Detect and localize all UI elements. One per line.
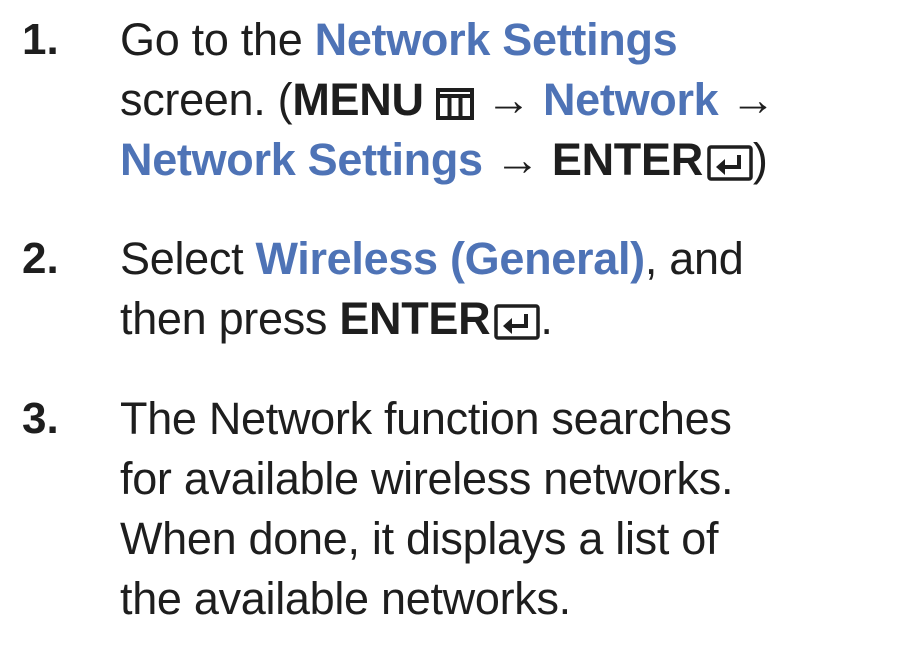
step-line: Go to the Network Settings — [120, 10, 901, 70]
step-text-segment: Select — [120, 233, 256, 284]
step-number: 3. — [22, 394, 59, 443]
arrow: → — [730, 74, 776, 125]
step-text-segment: screen. ( — [120, 74, 293, 125]
step-text-segment: . — [540, 293, 553, 344]
enter-icon — [707, 145, 753, 181]
menu-path-link: Network Settings — [120, 134, 483, 185]
step-line: then press ENTER . — [120, 289, 901, 349]
menu-path-link: Network — [542, 74, 719, 125]
step-text: Select Wireless (General), and then pres… — [120, 229, 901, 349]
step-line: When done, it displays a list of — [120, 513, 719, 564]
step-line: Network Settings → ENTER ) — [120, 130, 901, 190]
menu-icon — [435, 87, 474, 121]
enter-button-label: ENTER — [551, 134, 703, 185]
arrow: → — [486, 74, 531, 125]
menu-path-link: Network Settings — [314, 14, 678, 65]
menu-path-link: Wireless (General) — [255, 233, 645, 284]
step-text-segment: ) — [752, 134, 768, 185]
step-line: Select Wireless (General), and — [120, 229, 901, 289]
step-line: the available networks. — [120, 573, 571, 624]
step-text-segment: , and — [644, 233, 744, 284]
step-text-segment: then press — [120, 293, 340, 344]
arrow: → — [494, 134, 540, 185]
step-line: for available wireless networks. — [120, 453, 734, 504]
step-text: The Network function searches for availa… — [120, 389, 901, 629]
enter-button-label: ENTER — [339, 293, 491, 344]
menu-button-label: MENU — [292, 74, 424, 125]
step-text: Go to the Network Settings screen. (MENU… — [120, 10, 901, 190]
step-text-segment: Go to the — [120, 14, 315, 65]
step-line: screen. (MENU → Network → — [120, 70, 901, 130]
enter-icon — [494, 304, 541, 340]
step-number: 1. — [22, 15, 59, 64]
step-line: The Network function searches — [120, 393, 732, 444]
step-number: 2. — [22, 234, 59, 283]
